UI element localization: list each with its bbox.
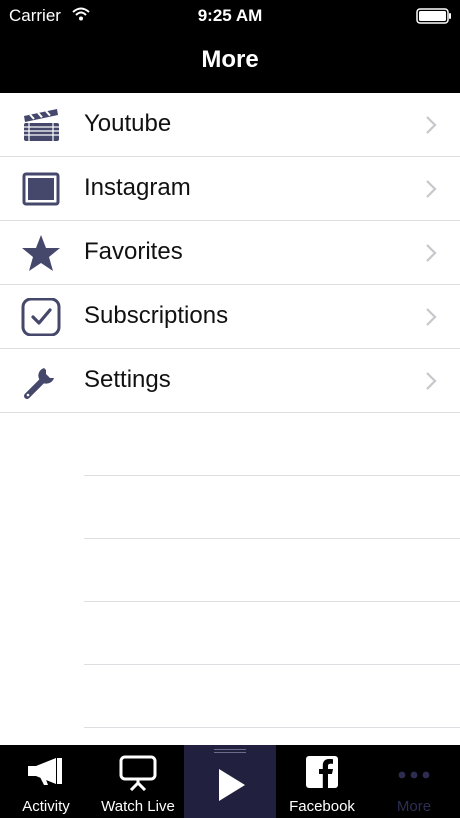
grabber-lines-icon: [214, 749, 246, 753]
menu-item-youtube[interactable]: Youtube: [0, 93, 460, 157]
tab-label: Facebook: [289, 798, 355, 815]
chevron-right-icon: [426, 116, 437, 134]
empty-row: [0, 476, 460, 539]
chevron-right-icon: [426, 180, 437, 198]
megaphone-icon: [28, 758, 62, 785]
row-separator: [84, 727, 460, 728]
page-title: More: [201, 46, 259, 73]
tab-play[interactable]: [184, 745, 276, 818]
wrench-icon: [24, 368, 54, 399]
chevron-right-icon: [426, 372, 437, 390]
menu-item-label: Youtube: [84, 110, 172, 137]
checkbox-icon: [21, 298, 61, 336]
status-bar: Carrier 9:25 AM: [0, 0, 460, 32]
frame-icon: [22, 172, 60, 206]
chevron-right-icon: [426, 244, 437, 262]
more-menu-list: Youtube Instagram Favorites Subscription…: [0, 93, 460, 728]
empty-row: [0, 539, 460, 602]
star-icon: [22, 235, 60, 271]
tab-label: Activity: [22, 798, 70, 815]
clapperboard-icon: [24, 109, 59, 141]
chevron-right-icon: [426, 308, 437, 326]
menu-item-label: Subscriptions: [84, 302, 229, 329]
navigation-bar: More: [0, 32, 460, 93]
battery-icon: [416, 8, 451, 24]
menu-item-subscriptions[interactable]: Subscriptions: [0, 285, 460, 349]
facebook-icon: [306, 756, 338, 788]
menu-item-label: Instagram: [84, 174, 191, 201]
tab-activity[interactable]: Activity: [0, 745, 92, 818]
tab-label: More: [396, 798, 432, 815]
menu-item-label: Settings: [84, 366, 171, 393]
tab-facebook[interactable]: Facebook: [276, 745, 368, 818]
menu-item-settings[interactable]: Settings: [0, 349, 460, 413]
empty-row: [0, 665, 460, 728]
menu-item-instagram[interactable]: Instagram: [0, 157, 460, 221]
tab-label: Watch Live: [101, 798, 175, 815]
tab-bar: Activity Watch Live Facebook More: [0, 745, 460, 818]
menu-item-favorites[interactable]: Favorites: [0, 221, 460, 285]
screen-icon: [119, 755, 157, 791]
menu-item-label: Favorites: [84, 238, 183, 265]
tab-watch-live[interactable]: Watch Live: [92, 745, 184, 818]
empty-row: [0, 602, 460, 665]
more-dots-icon: [398, 771, 430, 779]
clock: 9:25 AM: [197, 6, 263, 25]
tab-more[interactable]: More: [368, 745, 460, 818]
empty-row: [0, 413, 460, 476]
play-icon: [219, 769, 245, 801]
